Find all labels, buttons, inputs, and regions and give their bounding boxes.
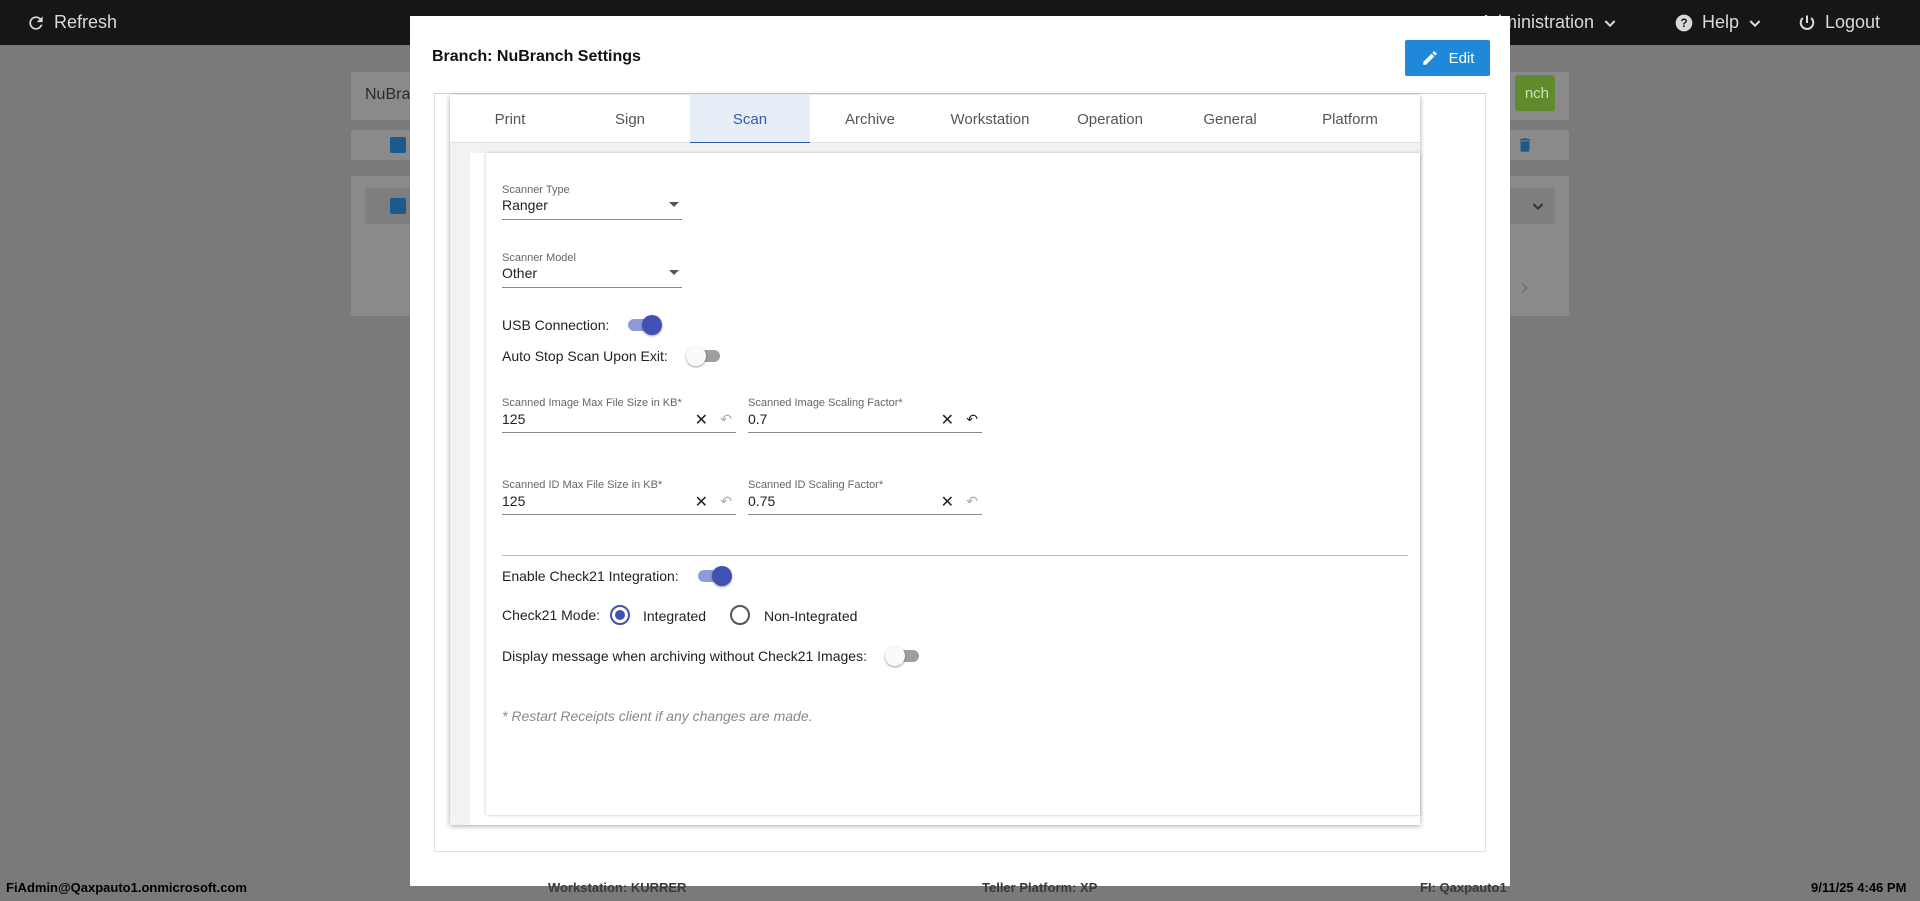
scanner-model-value: Other [502, 265, 538, 281]
status-teller-platform: Teller Platform: XP [982, 880, 1098, 895]
id-max-size-value: 125 [502, 493, 526, 509]
add-branch-label: nch [1524, 84, 1549, 102]
add-branch-button: nch [1515, 75, 1555, 111]
section-divider [502, 555, 1408, 556]
power-icon [1799, 15, 1815, 30]
id-max-size-field[interactable]: Scanned ID Max File Size in KB* 125 ✕ ↶ [502, 479, 736, 515]
clear-icon[interactable]: ✕ [941, 410, 954, 430]
edit-button[interactable]: Edit [1405, 40, 1490, 76]
usb-connection-label: USB Connection: [502, 317, 610, 333]
image-scaling-field[interactable]: Scanned Image Scaling Factor* 0.7 ✕ ↶ [748, 397, 982, 433]
image-max-size-label: Scanned Image Max File Size in KB* [502, 397, 682, 409]
id-scaling-field[interactable]: Scanned ID Scaling Factor* 0.75 ✕ ↶ [748, 479, 982, 515]
tab-general[interactable]: General [1170, 95, 1290, 143]
status-datetime: 9/11/25 4:46 PM [1811, 880, 1907, 895]
chevron-down-icon [1749, 19, 1761, 27]
edit-label: Edit [1448, 49, 1475, 67]
tab-operation[interactable]: Operation [1050, 95, 1170, 143]
status-bar: FiAdmin@Qaxpauto1.onmicrosoft.com Workst… [0, 877, 1920, 901]
tab-sign[interactable]: Sign [570, 95, 690, 143]
scanner-model-select[interactable]: Scanner Model Other [502, 252, 682, 288]
undo-icon: ↶ [720, 493, 732, 509]
id-max-size-label: Scanned ID Max File Size in KB* [502, 479, 663, 491]
refresh-icon [29, 15, 43, 30]
scanner-type-select[interactable]: Scanner Type Ranger [502, 184, 682, 220]
status-workstation: Workstation: KURRER [548, 880, 687, 895]
select-all-checkbox [390, 137, 406, 153]
tab-content-top-gutter [470, 143, 1420, 153]
chevron-right-icon [1521, 282, 1528, 294]
branch-search-value: NuBra [365, 86, 411, 103]
display-message-label: Display message when archiving without C… [502, 648, 867, 664]
logout-button[interactable]: Logout [1797, 0, 1880, 45]
dialog-header [434, 38, 1486, 94]
help-menu[interactable]: ? Help [1674, 0, 1763, 45]
tab-platform[interactable]: Platform [1290, 95, 1410, 143]
scanner-type-value: Ranger [502, 197, 548, 213]
status-fi: FI: Qaxpauto1 [1420, 880, 1507, 895]
clear-icon[interactable]: ✕ [941, 492, 954, 512]
tab-workstation[interactable]: Workstation [930, 95, 1050, 143]
clear-icon[interactable]: ✕ [695, 410, 708, 430]
undo-icon: ↶ [966, 493, 978, 509]
display-message-toggle[interactable] [885, 646, 921, 666]
pencil-icon [1422, 51, 1437, 65]
non-integrated-radio-label[interactable]: Non-Integrated [764, 608, 857, 624]
help-icon: ? [1675, 14, 1693, 31]
scanner-type-label: Scanner Type [502, 184, 570, 196]
restart-note: * Restart Receipts client if any changes… [502, 708, 813, 724]
dialog-title: Branch: NuBranch Settings [432, 48, 641, 65]
image-scaling-value: 0.7 [748, 411, 768, 427]
image-max-size-field[interactable]: Scanned Image Max File Size in KB* 125 ✕… [502, 397, 736, 433]
check21-mode-label: Check21 Mode: [502, 607, 601, 623]
clear-icon[interactable]: ✕ [695, 492, 708, 512]
status-user: FiAdmin@Qaxpauto1.onmicrosoft.com [6, 880, 247, 895]
svg-text:?: ? [1680, 17, 1687, 30]
auto-stop-toggle[interactable] [686, 346, 722, 366]
image-max-size-value: 125 [502, 411, 526, 427]
dropdown-arrow-icon [669, 202, 679, 207]
non-integrated-radio[interactable] [730, 605, 750, 625]
tab-archive[interactable]: Archive [810, 95, 930, 143]
refresh-button[interactable]: Refresh [26, 0, 117, 45]
tab-content-gutter [450, 143, 470, 825]
chevron-down-icon [1532, 203, 1544, 211]
usb-connection-toggle[interactable] [626, 315, 662, 335]
integrated-radio[interactable] [610, 605, 630, 625]
auto-stop-label: Auto Stop Scan Upon Exit: [502, 348, 668, 364]
row-checkbox [390, 198, 406, 214]
check21-enable-label: Enable Check21 Integration: [502, 568, 679, 584]
dropdown-arrow-icon [669, 270, 679, 275]
image-scaling-label: Scanned Image Scaling Factor* [748, 397, 903, 409]
tab-print[interactable]: Print [450, 95, 570, 143]
chevron-down-icon [1604, 19, 1616, 27]
logout-label: Logout [1825, 12, 1881, 32]
undo-icon[interactable]: ↶ [966, 411, 978, 428]
id-scaling-value: 0.75 [748, 493, 776, 509]
refresh-label: Refresh [54, 12, 118, 32]
undo-icon: ↶ [720, 411, 732, 427]
id-scaling-label: Scanned ID Scaling Factor* [748, 479, 884, 491]
help-label: Help [1702, 12, 1740, 32]
settings-tabs: Print Sign Scan Archive Workstation Oper… [450, 95, 1420, 144]
tab-scan[interactable]: Scan [690, 95, 810, 144]
integrated-radio-label[interactable]: Integrated [643, 608, 706, 624]
trash-icon [1519, 138, 1531, 152]
check21-enable-toggle[interactable] [696, 566, 732, 586]
scanner-model-label: Scanner Model [502, 252, 576, 264]
